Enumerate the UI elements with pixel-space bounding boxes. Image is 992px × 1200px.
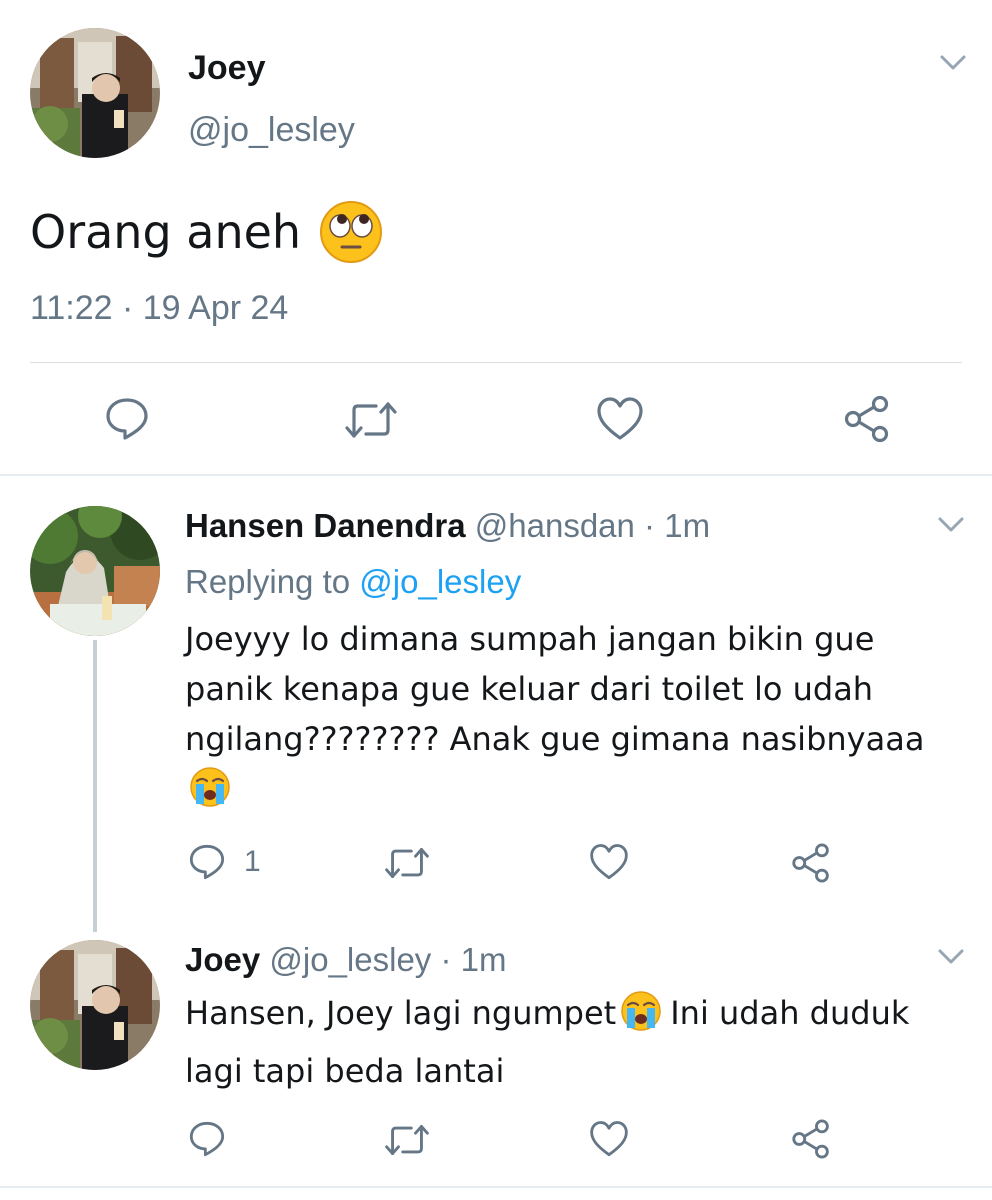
like-button[interactable] [596,396,644,442]
share-icon [792,1119,829,1159]
loudly-crying-emoji [620,990,662,1046]
reply-header: Hansen Danendra @hansdan · 1m [185,506,710,546]
author-name[interactable]: Joey [185,941,260,978]
avatar[interactable] [30,506,160,636]
section-divider [0,474,992,476]
chevron-down-icon[interactable] [936,514,966,536]
reply-text-content: Joeyyy lo dimana sumpah jangan bikin gue… [185,620,925,758]
reply-button[interactable]: 1 [188,843,261,881]
loudly-crying-emoji [189,766,231,822]
retweet-button[interactable] [344,400,398,440]
section-divider [0,1186,992,1188]
retweet-icon [385,847,429,879]
reply-header: Joey @jo_lesley · 1m [185,940,506,980]
author-meta[interactable]: @hansdan · 1m [475,507,710,544]
eye-roll-emoji [319,200,383,264]
reply-text: Hansen, Joey lagi ngumpet Ini udah duduk… [185,988,945,1096]
retweet-icon [345,402,397,438]
reply-text-before: Hansen, Joey lagi ngumpet [185,994,617,1032]
author-name[interactable]: Hansen Danendra [185,507,466,544]
retweet-button[interactable] [384,846,430,880]
share-button[interactable] [842,394,892,444]
like-button[interactable] [589,1120,629,1158]
heart-icon [597,397,643,440]
reply-icon [189,1121,225,1157]
reply-text: Joeyyy lo dimana sumpah jangan bikin gue… [185,614,925,822]
replying-to-label: Replying to [185,563,351,600]
thread-line [93,640,97,932]
author-handle[interactable]: @jo_lesley [188,110,355,150]
replying-to: Replying to @jo_lesley [185,562,521,602]
retweet-button[interactable] [384,1123,430,1157]
reply-count: 1 [244,845,261,878]
retweet-icon [385,1124,429,1156]
author-name[interactable]: Joey [188,48,266,88]
tweet-text: Orang aneh [30,200,383,264]
reply-icon [106,398,148,440]
tweet-timestamp[interactable]: 11:22 · 19 Apr 24 [30,288,288,328]
replying-to-link[interactable]: @jo_lesley [359,563,521,600]
like-button[interactable] [589,843,629,881]
share-icon [844,395,889,443]
avatar[interactable] [30,940,160,1070]
avatar[interactable] [30,28,160,158]
reply-icon [189,844,225,880]
author-meta[interactable]: @jo_lesley · 1m [269,941,506,978]
chevron-down-icon[interactable] [938,52,968,74]
share-button[interactable] [790,1118,832,1160]
reply-button[interactable] [104,396,150,442]
share-button[interactable] [790,842,832,884]
heart-icon [590,844,628,880]
chevron-down-icon[interactable] [936,946,966,968]
divider [30,362,962,363]
share-icon [792,843,829,883]
tweet-text-content: Orang aneh [30,205,302,259]
reply-button[interactable] [188,1120,226,1158]
heart-icon [590,1121,628,1157]
